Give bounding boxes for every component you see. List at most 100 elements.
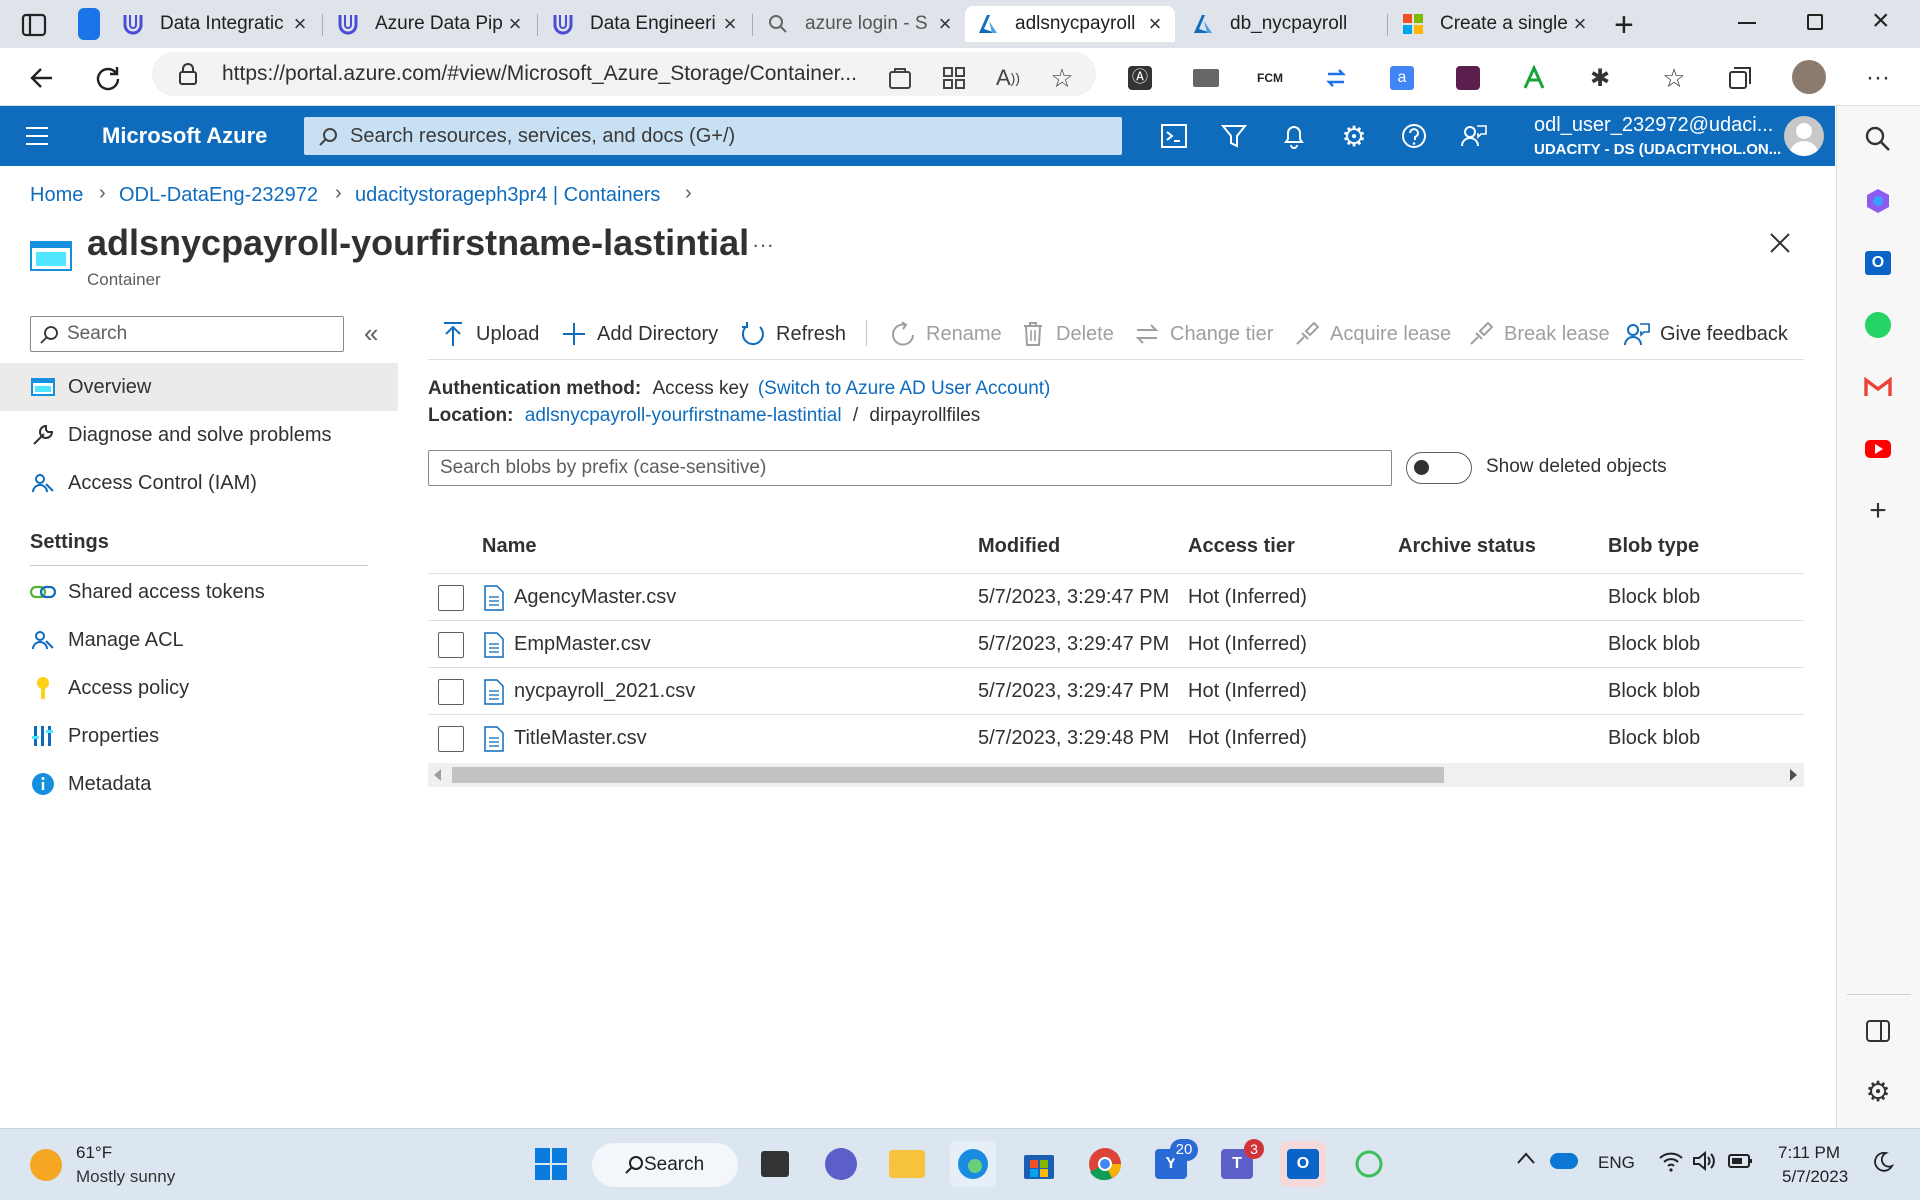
add-directory-button[interactable]: Add Directory bbox=[561, 316, 718, 352]
browser-tab[interactable]: azure login - S × bbox=[755, 6, 965, 42]
directory-filter-icon[interactable] bbox=[1216, 118, 1252, 154]
nav-item-diagnose[interactable]: Diagnose and solve problems bbox=[0, 411, 398, 459]
close-icon[interactable]: × bbox=[1570, 11, 1590, 37]
window-close-icon[interactable]: × bbox=[1872, 4, 1890, 38]
profile-avatar[interactable] bbox=[1792, 60, 1826, 94]
add-favorite-icon[interactable]: ☆ bbox=[1046, 62, 1078, 94]
switch-auth-link[interactable]: (Switch to Azure AD User Account) bbox=[758, 378, 1051, 399]
give-feedback-button[interactable]: Give feedback bbox=[1624, 316, 1788, 352]
collapse-nav-icon[interactable]: « bbox=[364, 318, 378, 349]
edge-browser-icon[interactable] bbox=[950, 1141, 996, 1187]
youtube-icon[interactable] bbox=[1859, 430, 1897, 468]
volume-icon[interactable] bbox=[1692, 1149, 1718, 1178]
minimize-icon[interactable] bbox=[1738, 22, 1756, 24]
change-tier-button[interactable]: Change tier bbox=[1134, 316, 1273, 352]
outlook-icon[interactable]: O bbox=[1859, 244, 1897, 282]
extension-icon[interactable] bbox=[1320, 62, 1352, 94]
nav-item-iam[interactable]: Access Control (IAM) bbox=[0, 459, 398, 507]
taskbar-search-button[interactable]: Search bbox=[592, 1143, 738, 1187]
breadcrumb-resource-group[interactable]: ODL-DataEng-232972 bbox=[119, 184, 318, 207]
user-name[interactable]: odl_user_232972@udaci... bbox=[1534, 114, 1773, 137]
workspace-icon[interactable] bbox=[78, 8, 100, 40]
extension-icon[interactable] bbox=[1452, 62, 1484, 94]
blob-name[interactable]: EmpMaster.csv bbox=[514, 633, 651, 656]
clock-date[interactable]: 5/7/2023 bbox=[1782, 1167, 1848, 1187]
shopping-icon[interactable] bbox=[884, 62, 916, 94]
close-icon[interactable]: × bbox=[1145, 11, 1165, 37]
battery-icon[interactable] bbox=[1728, 1151, 1754, 1176]
column-header-name[interactable]: Name bbox=[482, 535, 536, 558]
weather-desc[interactable]: Mostly sunny bbox=[76, 1167, 175, 1187]
row-checkbox[interactable] bbox=[438, 585, 464, 611]
weather-temp[interactable]: 61°F bbox=[76, 1143, 112, 1163]
read-aloud-icon[interactable]: A)) bbox=[992, 62, 1024, 94]
row-checkbox[interactable] bbox=[438, 679, 464, 705]
back-arrow-icon[interactable] bbox=[26, 62, 58, 94]
location-container-link[interactable]: adlsnycpayroll-yourfirstname-lastintial bbox=[525, 405, 842, 426]
blob-name[interactable]: TitleMaster.csv bbox=[514, 727, 647, 750]
help-icon[interactable] bbox=[1396, 118, 1432, 154]
nav-item-metadata[interactable]: Metadata bbox=[0, 760, 398, 808]
blob-prefix-search-input[interactable]: Search blobs by prefix (case-sensitive) bbox=[428, 450, 1392, 486]
close-icon[interactable]: × bbox=[720, 11, 740, 37]
tab-actions-icon[interactable] bbox=[20, 12, 48, 38]
close-blade-icon[interactable] bbox=[1768, 231, 1792, 260]
collections-icon[interactable] bbox=[1724, 62, 1756, 94]
left-nav-search-input[interactable]: Search bbox=[30, 316, 344, 352]
outlook-icon[interactable]: O bbox=[1280, 1141, 1326, 1187]
table-row[interactable]: TitleMaster.csv 5/7/2023, 3:29:48 PM Hot… bbox=[428, 715, 1804, 762]
browser-tab[interactable]: Create a single × bbox=[1390, 6, 1600, 42]
extension-icon[interactable]: Ⓐ bbox=[1124, 62, 1156, 94]
breadcrumb-home[interactable]: Home bbox=[30, 184, 83, 207]
wifi-icon[interactable] bbox=[1658, 1149, 1684, 1178]
close-icon[interactable]: × bbox=[505, 11, 525, 37]
feedback-icon[interactable] bbox=[1456, 118, 1492, 154]
browser-tab[interactable]: Azure Data Pip × bbox=[325, 6, 535, 42]
nav-item-shared-access-tokens[interactable]: Shared access tokens bbox=[0, 568, 398, 616]
table-row[interactable]: AgencyMaster.csv 5/7/2023, 3:29:47 PM Ho… bbox=[428, 574, 1804, 621]
teams-chat-icon[interactable] bbox=[818, 1141, 864, 1187]
show-hidden-icons-icon[interactable] bbox=[1516, 1151, 1536, 1170]
column-header-access-tier[interactable]: Access tier bbox=[1188, 535, 1295, 558]
hamburger-menu-icon[interactable] bbox=[24, 124, 50, 153]
acquire-lease-button[interactable]: Acquire lease bbox=[1294, 316, 1451, 352]
close-icon[interactable]: × bbox=[290, 11, 310, 37]
upload-button[interactable]: Upload bbox=[440, 316, 539, 352]
horizontal-scrollbar[interactable] bbox=[428, 763, 1804, 787]
windows-start-icon[interactable] bbox=[528, 1141, 574, 1187]
delete-button[interactable]: Delete bbox=[1020, 316, 1114, 352]
close-icon[interactable]: × bbox=[935, 11, 955, 37]
row-checkbox[interactable] bbox=[438, 632, 464, 658]
settings-more-icon[interactable]: ··· bbox=[1862, 62, 1894, 94]
do-not-disturb-moon-icon[interactable] bbox=[1872, 1151, 1895, 1178]
column-header-archive-status[interactable]: Archive status bbox=[1398, 535, 1536, 558]
add-plus-icon[interactable]: + bbox=[1859, 492, 1897, 530]
column-header-blob-type[interactable]: Blob type bbox=[1608, 535, 1699, 558]
azure-brand[interactable]: Microsoft Azure bbox=[102, 123, 267, 149]
extension-icon[interactable] bbox=[1518, 62, 1550, 94]
file-explorer-icon[interactable] bbox=[884, 1141, 930, 1187]
column-header-modified[interactable]: Modified bbox=[978, 535, 1060, 558]
language-indicator[interactable]: ENG bbox=[1598, 1153, 1635, 1173]
search-icon[interactable] bbox=[1859, 120, 1897, 158]
user-avatar[interactable] bbox=[1784, 116, 1824, 156]
browser-tab[interactable]: Data Engineeri × bbox=[540, 6, 750, 42]
nav-item-properties[interactable]: Properties bbox=[0, 712, 398, 760]
chrome-icon[interactable] bbox=[1082, 1141, 1128, 1187]
new-tab-plus-icon[interactable]: + bbox=[1614, 6, 1634, 45]
blob-name[interactable]: nycpayroll_2021.csv bbox=[514, 680, 695, 703]
row-checkbox[interactable] bbox=[438, 726, 464, 752]
scroll-left-arrow-icon[interactable] bbox=[434, 769, 441, 781]
more-options-icon[interactable]: ··· bbox=[752, 232, 774, 258]
sidebar-settings-gear-icon[interactable]: ⚙ bbox=[1859, 1072, 1897, 1110]
reload-icon[interactable] bbox=[92, 62, 124, 94]
scrollbar-thumb[interactable] bbox=[452, 767, 1444, 783]
nav-item-manage-acl[interactable]: Manage ACL bbox=[0, 616, 398, 664]
extension-icon[interactable] bbox=[1190, 62, 1222, 94]
nav-item-overview[interactable]: Overview bbox=[0, 363, 398, 411]
cloud-shell-icon[interactable] bbox=[1156, 118, 1192, 154]
blob-name[interactable]: AgencyMaster.csv bbox=[514, 586, 676, 609]
copilot-icon[interactable] bbox=[1859, 182, 1897, 220]
onedrive-icon[interactable] bbox=[1550, 1153, 1578, 1169]
task-view-icon[interactable] bbox=[752, 1141, 798, 1187]
